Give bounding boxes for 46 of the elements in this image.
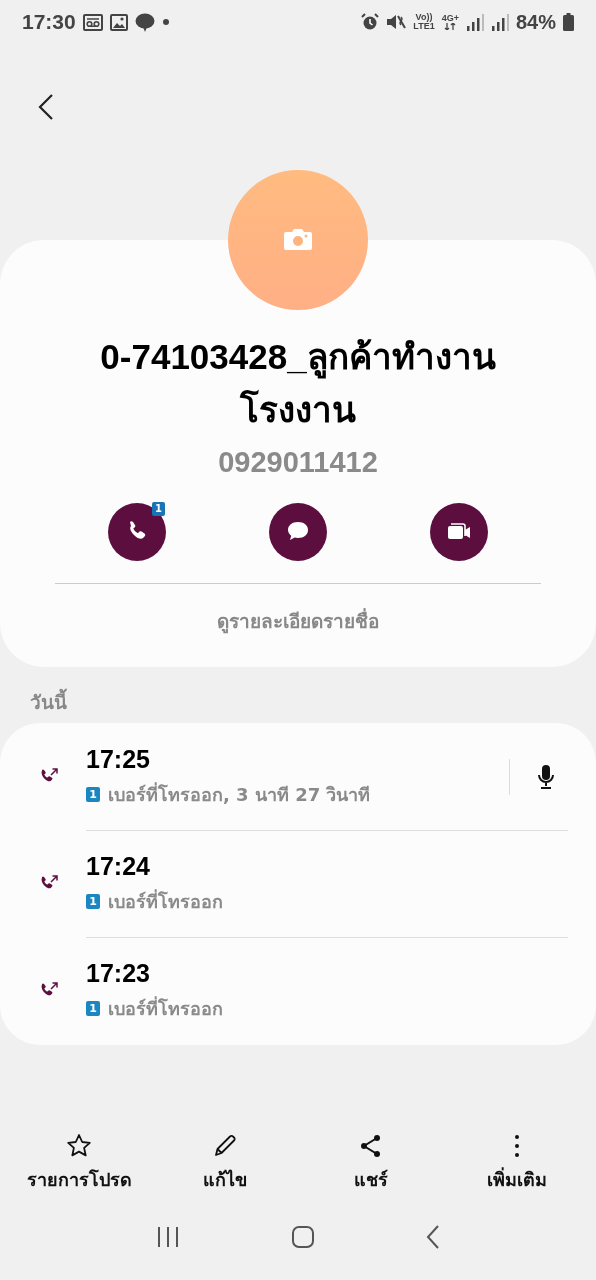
image-icon bbox=[109, 13, 128, 31]
voicemail-icon bbox=[82, 13, 103, 31]
pencil-icon[interactable] bbox=[212, 1133, 238, 1159]
call-description: เบอร์ที่โทรออก bbox=[108, 995, 223, 1021]
star-icon[interactable] bbox=[66, 1133, 92, 1159]
call-log-row[interactable]: 17:23 1 เบอร์ที่โทรออก bbox=[38, 938, 568, 1044]
back-icon[interactable] bbox=[426, 1225, 441, 1249]
battery-percent: 84% bbox=[515, 10, 556, 34]
section-title: วันนี้ bbox=[0, 667, 596, 723]
action-label[interactable]: แชร์ bbox=[354, 1165, 388, 1194]
status-text: 4G+ bbox=[441, 14, 459, 23]
call-time: 17:25 bbox=[86, 745, 151, 774]
back-icon[interactable] bbox=[38, 93, 54, 121]
alarm-icon bbox=[361, 13, 380, 31]
message-button[interactable] bbox=[269, 503, 327, 561]
microphone-icon[interactable] bbox=[536, 764, 556, 790]
phone-number: 0929011412 bbox=[218, 446, 378, 479]
action-label[interactable]: แก้ไข bbox=[203, 1165, 247, 1194]
call-time: 17:23 bbox=[86, 959, 151, 988]
notification-dot-icon bbox=[161, 18, 170, 26]
call-button[interactable]: 1 bbox=[108, 503, 166, 561]
contact-name: 0-74103428_ลูกค้าทำงานโรงงาน bbox=[99, 336, 497, 431]
signal-icon bbox=[465, 13, 484, 31]
status-text: LTE1 bbox=[413, 22, 435, 31]
status-text: Vo)) bbox=[415, 13, 433, 22]
call-description: เบอร์ที่โทรออก, 3 นาที 27 วินาที bbox=[108, 781, 371, 807]
call-log-row[interactable]: 17:25 1 เบอร์ที่โทรออก, 3 นาที 27 วินาที bbox=[38, 724, 568, 830]
sim-badge: 1 bbox=[86, 894, 100, 909]
status-time: 17:30 bbox=[22, 10, 76, 34]
chat-bubble-icon bbox=[134, 12, 155, 32]
action-label[interactable]: เพิ่มเติม bbox=[487, 1165, 547, 1194]
camera-icon bbox=[283, 228, 313, 252]
sim-badge: 1 bbox=[86, 787, 100, 802]
signal-icon bbox=[490, 13, 509, 31]
call-time: 17:24 bbox=[86, 852, 151, 881]
sim-badge: 1 bbox=[86, 1001, 100, 1016]
call-description: เบอร์ที่โทรออก bbox=[108, 888, 223, 914]
mute-icon bbox=[386, 13, 407, 31]
action-label[interactable]: รายการโปรด bbox=[26, 1165, 132, 1194]
video-call-button[interactable] bbox=[430, 503, 488, 561]
home-icon[interactable] bbox=[291, 1225, 315, 1249]
call-log-row[interactable]: 17:24 1 เบอร์ที่โทรออก bbox=[38, 831, 568, 937]
data-arrows-icon bbox=[444, 23, 457, 30]
battery-icon bbox=[563, 13, 574, 31]
sim-badge: 1 bbox=[152, 502, 165, 516]
recent-apps-icon[interactable] bbox=[155, 1226, 180, 1248]
